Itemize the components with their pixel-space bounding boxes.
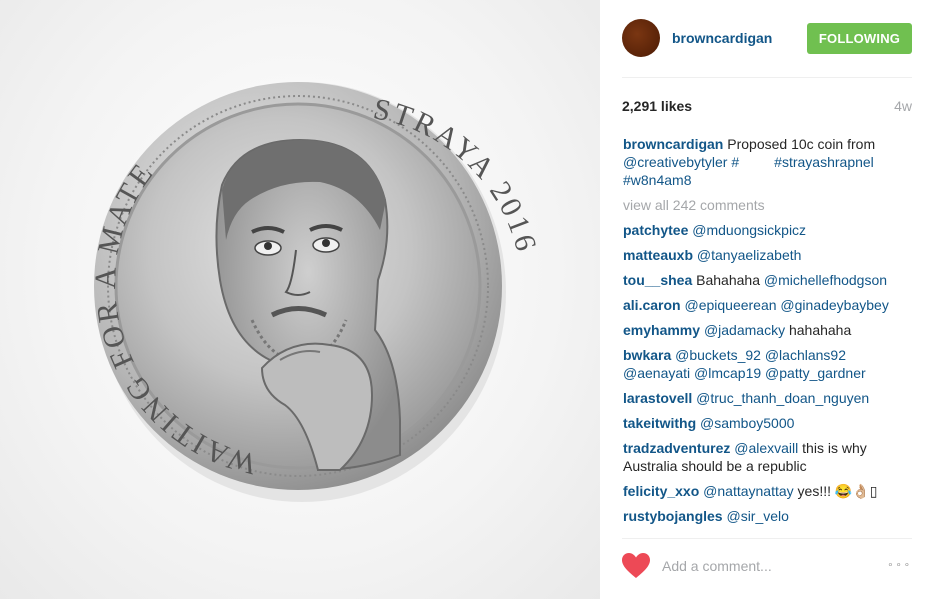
post-side-panel: browncardigan FOLLOWING 2,291 likes 4w b… [600,0,934,599]
caption-text: Proposed 10c coin from [727,136,876,152]
comment-text[interactable]: @epiqueerean @ginadeybaybey [684,297,888,313]
comment-username[interactable]: felicity_xxo [623,483,699,499]
post-footer: Add a comment... ∘∘∘ [622,552,912,580]
comment-username[interactable]: patchytee [623,222,688,238]
comment-username[interactable]: tradzadventurez [623,440,730,456]
comment-username[interactable]: rustybojangles [623,508,723,524]
comment-text[interactable]: @mduongsickpicz [692,222,806,238]
add-comment-input[interactable]: Add a comment... [662,558,772,574]
comment-item: takeitwithg @samboy5000 [623,414,913,432]
comment-item: felicity_xxo @nattaynattay yes!!! 😂👌🏼▯ [623,482,913,500]
comment-item: matteauxb @tanyaelizabeth [623,246,913,264]
comment-username[interactable]: takeitwithg [623,415,696,431]
caption-tag[interactable]: @creativebytyler [623,154,727,170]
comment-item: emyhammy @jadamacky hahahaha [623,321,913,339]
post-time[interactable]: 4w [894,98,912,114]
post-header: browncardigan FOLLOWING [622,18,912,58]
comment-username[interactable]: matteauxb [623,247,693,263]
likes-count[interactable]: 2,291 likes [622,98,692,114]
following-button[interactable]: FOLLOWING [807,23,912,54]
caption-username[interactable]: browncardigan [623,136,723,152]
avatar[interactable] [622,19,660,57]
comment-username[interactable]: ali.caron [623,297,681,313]
comment-username[interactable]: larastovell [623,390,692,406]
comment-item: bwkara @buckets_92 @lachlans92 @aenayati… [623,346,913,382]
comment-mention[interactable]: @nattaynattay [703,483,794,499]
comment-text[interactable]: @sir_velo [726,508,788,524]
comment-username[interactable]: bwkara [623,347,671,363]
comment-item: tou__shea Bahahaha @michellefhodgson [623,271,913,289]
more-options-icon[interactable]: ∘∘∘ [887,560,912,571]
post-photo[interactable]: WAITING FOR A MATE STRAYA 2016 [0,0,600,599]
caption-tag[interactable]: #w8n4am8 [623,172,692,188]
caption-tag[interactable]: # [731,154,739,170]
comment-mention[interactable]: @alexvaill [734,440,798,456]
comment-mention[interactable]: @michellefhodgson [764,272,887,288]
comment-text[interactable]: @samboy5000 [700,415,794,431]
comment-username[interactable]: emyhammy [623,322,700,338]
comment-item: patchytee @mduongsickpicz [623,221,913,239]
view-all-comments-link[interactable]: view all 242 comments [623,196,913,214]
coin-image: WAITING FOR A MATE STRAYA 2016 [89,82,540,502]
caption-tag[interactable]: #strayashrapnel [774,154,874,170]
comment-username[interactable]: tou__shea [623,272,692,288]
divider [622,538,912,539]
comment-text: Bahahaha [696,272,760,288]
comment-text[interactable]: @truc_thanh_doan_nguyen [696,390,869,406]
comment-text: yes!!! 😂👌🏼▯ [797,483,878,499]
heart-icon[interactable] [622,553,650,579]
comment-item: larastovell @truc_thanh_doan_nguyen [623,389,913,407]
comment-text: hahahaha [788,322,852,338]
caption: browncardigan Proposed 10c coin from @cr… [623,135,913,189]
comment-item: tradzadventurez @alexvaill this is why A… [623,439,913,475]
comment-item: ali.caron @epiqueerean @ginadeybaybey [623,296,913,314]
comment-text[interactable]: @tanyaelizabeth [697,247,802,263]
likes-row: 2,291 likes 4w [622,98,912,114]
comment-mention[interactable]: @jadamacky [704,322,785,338]
header-username[interactable]: browncardigan [672,30,772,46]
comment-list: browncardigan Proposed 10c coin from @cr… [623,135,913,532]
divider [622,77,912,78]
comment-item: rustybojangles @sir_velo [623,507,913,525]
